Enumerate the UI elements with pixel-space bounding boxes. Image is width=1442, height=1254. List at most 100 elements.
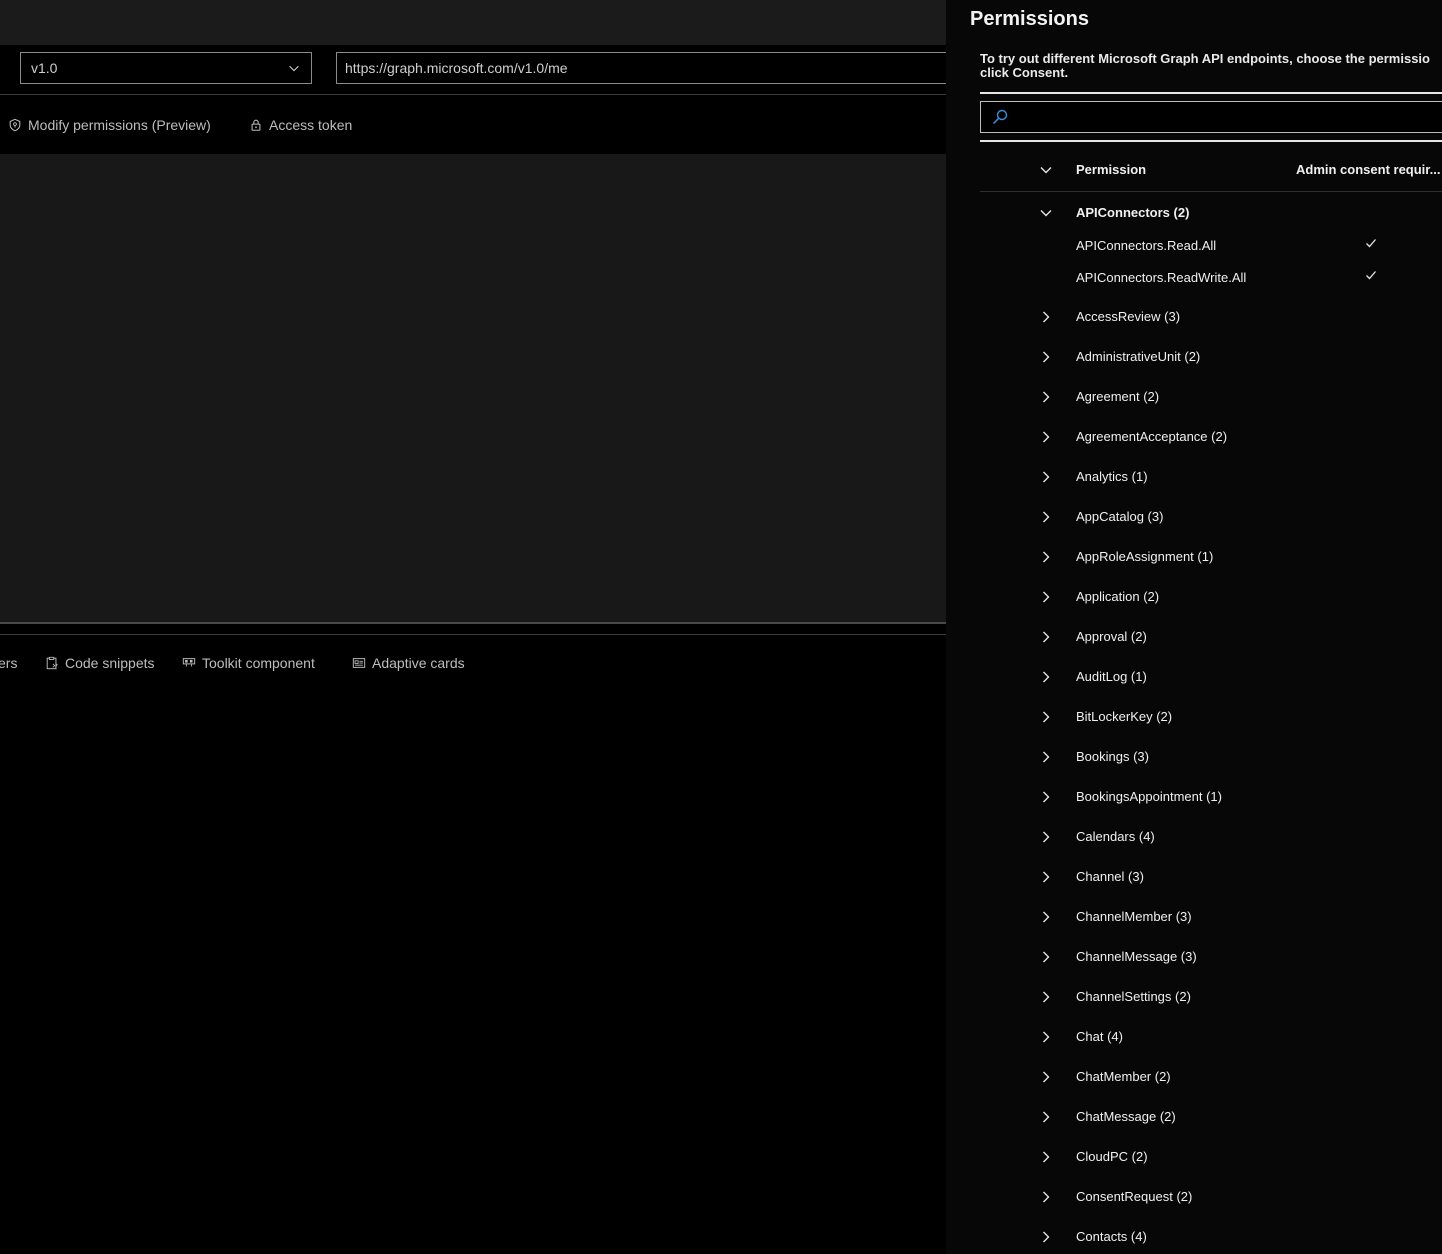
checkmark-icon [1366,271,1376,280]
chevron-right-icon[interactable] [1039,790,1053,804]
permission-group-row[interactable]: ChannelMessage (3) [980,937,1442,977]
permission-group-row[interactable]: Application (2) [980,577,1442,617]
permission-group-row[interactable]: Bookings (3) [980,737,1442,777]
permission-row-label: ChatMessage (2) [1076,1109,1176,1124]
chevron-right-icon[interactable] [1039,1070,1053,1084]
chevron-right-icon[interactable] [1039,910,1053,924]
permission-group-row[interactable]: ConsentRequest (2) [980,1177,1442,1217]
graph-explorer-workspace: v1.0 Modify permissions (Preview) Access… [0,0,946,1254]
chevron-right-icon[interactable] [1039,390,1053,404]
toolkit-icon [182,658,196,667]
tab-label: Access token [269,116,353,133]
permission-group-row[interactable]: BitLockerKey (2) [980,697,1442,737]
request-url-input[interactable] [336,52,946,84]
chevron-right-icon[interactable] [1039,670,1053,684]
permissions-grid-header: Permission Admin consent requir... [980,148,1442,192]
collapse-all-chevron-icon[interactable] [1039,163,1053,177]
permission-row-label: CloudPC (2) [1076,1149,1148,1164]
chevron-right-icon[interactable] [1039,430,1053,444]
permission-row-label: ChannelSettings (2) [1076,989,1191,1004]
permission-group-row[interactable]: AuditLog (1) [980,657,1442,697]
chevron-right-icon[interactable] [1039,1190,1053,1204]
permission-row-label: ChannelMember (3) [1076,909,1192,924]
permission-row-label: Application (2) [1076,589,1160,604]
tab-response-headers[interactable]: ers [0,635,17,691]
column-header-permission[interactable]: Permission [1076,162,1146,177]
column-header-admin-consent[interactable]: Admin consent requir... [1296,162,1440,177]
permission-group-row[interactable]: AdministrativeUnit (2) [980,337,1442,377]
permission-group-row[interactable]: ChannelSettings (2) [980,977,1442,1017]
top-bar [0,0,946,45]
tab-code-snippets[interactable]: Code snippets [45,635,155,691]
chevron-right-icon[interactable] [1039,990,1053,1004]
divider [980,92,1442,94]
chevron-right-icon[interactable] [1039,710,1053,724]
request-body-editor[interactable] [0,154,946,622]
tab-label: Modify permissions (Preview) [28,116,211,133]
permission-row-label: AppCatalog (3) [1076,509,1164,524]
permission-group-row[interactable]: BookingsAppointment (1) [980,777,1442,817]
permission-group-row[interactable]: Agreement (2) [980,377,1442,417]
chevron-down-icon[interactable] [1039,206,1053,220]
chevron-right-icon[interactable] [1039,1150,1053,1164]
tab-toolkit-component[interactable]: Toolkit component [182,635,315,691]
permission-row-label: AppRoleAssignment (1) [1076,549,1214,564]
permission-group-row[interactable]: Analytics (1) [980,457,1442,497]
divider [980,140,1442,142]
permission-group-row-expanded[interactable]: APIConnectors (2) [980,193,1442,233]
chevron-right-icon[interactable] [1039,510,1053,524]
tab-access-token[interactable]: Access token [249,95,352,154]
permission-item-row[interactable]: APIConnectors.Read.All [980,233,1442,265]
chevron-right-icon[interactable] [1039,550,1053,564]
permission-row-label: Approval (2) [1076,629,1147,644]
chevron-right-icon[interactable] [1039,870,1053,884]
version-value: v1.0 [31,60,58,76]
permission-group-row[interactable]: AppCatalog (3) [980,497,1442,537]
permission-group-row[interactable]: AgreementAcceptance (2) [980,417,1442,457]
permission-row-label: APIConnectors (2) [1076,205,1190,220]
tab-adaptive-cards[interactable]: Adaptive cards [352,635,465,691]
permission-row-label: ConsentRequest (2) [1076,1189,1193,1204]
chevron-right-icon[interactable] [1039,470,1053,484]
chevron-right-icon[interactable] [1039,630,1053,644]
response-tabs: ers Code snippets Toolkit component Adap… [0,635,946,691]
permission-group-row[interactable]: ChatMember (2) [980,1057,1442,1097]
pane-splitter[interactable] [0,622,946,635]
permission-group-row[interactable]: Calendars (4) [980,817,1442,857]
permissions-panel: Permissions To try out different Microso… [946,0,1442,1254]
chevron-right-icon[interactable] [1039,830,1053,844]
permission-search-box[interactable] [980,101,1442,133]
permission-item-row[interactable]: APIConnectors.ReadWrite.All [980,265,1442,297]
tab-label: ers [0,655,18,671]
search-input[interactable] [1015,109,1442,125]
permission-group-row[interactable]: Chat (4) [980,1017,1442,1057]
permission-group-row[interactable]: ChannelMember (3) [980,897,1442,937]
permission-group-row[interactable]: Approval (2) [980,617,1442,657]
permission-row-label: Analytics (1) [1076,469,1148,484]
card-icon [352,658,366,668]
permission-row-label: AccessReview (3) [1076,309,1181,324]
permission-group-row[interactable]: CloudPC (2) [980,1137,1442,1177]
permission-group-row[interactable]: ChatMessage (2) [980,1097,1442,1137]
chevron-right-icon[interactable] [1039,1110,1053,1124]
permission-group-row[interactable]: AppRoleAssignment (1) [980,537,1442,577]
tab-modify-permissions[interactable]: Modify permissions (Preview) [8,95,211,154]
chevron-right-icon[interactable] [1039,750,1053,764]
version-dropdown[interactable]: v1.0 [20,52,312,84]
tab-label: Adaptive cards [372,655,465,671]
chevron-right-icon[interactable] [1039,950,1053,964]
chevron-right-icon[interactable] [1039,310,1053,324]
chevron-right-icon[interactable] [1039,1030,1053,1044]
chevron-right-icon[interactable] [1039,590,1053,604]
permission-group-row[interactable]: AccessReview (3) [980,297,1442,337]
description-line-2: click Consent. [980,65,1069,80]
permission-group-row[interactable]: Contacts (4) [980,1217,1442,1254]
permission-row-label: ChannelMessage (3) [1076,949,1197,964]
panel-title: Permissions [970,8,1089,30]
permission-row-label: Bookings (3) [1076,749,1149,764]
tab-label: Toolkit component [202,655,315,671]
chevron-right-icon[interactable] [1039,350,1053,364]
permission-group-row[interactable]: Channel (3) [980,857,1442,897]
chevron-right-icon[interactable] [1039,1230,1053,1244]
query-row: v1.0 [0,45,946,95]
